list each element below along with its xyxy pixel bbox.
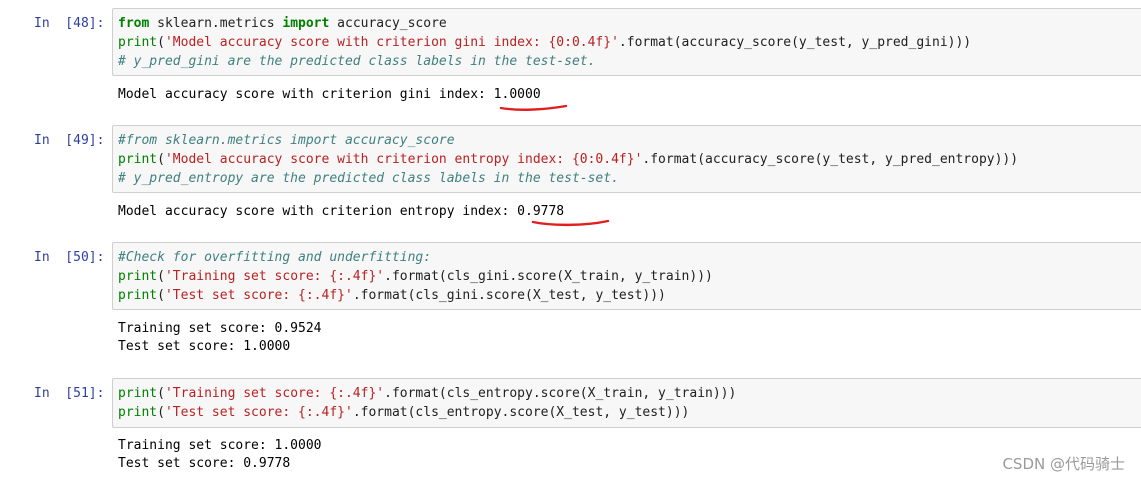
- output-line: Model accuracy score with criterion gini…: [118, 87, 541, 102]
- code-token: .format(cls_gini.score(X_train, y_train)…: [384, 269, 713, 284]
- code-token: import: [282, 16, 330, 31]
- code-token: print: [118, 288, 158, 303]
- code-line: print('Model accuracy score with criteri…: [118, 150, 1018, 169]
- code-line: print('Test set score: {:.4f}'.format(cl…: [118, 286, 713, 305]
- code-token: #from sklearn.metrics import accuracy_sc…: [118, 133, 455, 148]
- handwritten-underline-2: [531, 219, 610, 227]
- code-token: (: [157, 405, 165, 420]
- input-prompt: In [48]:: [34, 16, 105, 31]
- code-line: # y_pred_entropy are the predicted class…: [118, 169, 1018, 188]
- code-token: 'Test set score: {:.4f}': [164, 288, 353, 303]
- code-token: (: [157, 386, 165, 401]
- code-token: .format(accuracy_score(y_test, y_pred_gi…: [618, 35, 972, 50]
- code-token: 'Test set score: {:.4f}': [164, 405, 353, 420]
- code-block: #Check for overfitting and underfitting:…: [118, 248, 713, 305]
- code-line: from sklearn.metrics import accuracy_sco…: [118, 14, 971, 33]
- code-token: (: [157, 35, 165, 50]
- code-line: # y_pred_gini are the predicted class la…: [118, 52, 971, 71]
- code-token: 'Training set score: {:.4f}': [164, 269, 385, 284]
- code-input-area[interactable]: #from sklearn.metrics import accuracy_sc…: [112, 125, 1141, 193]
- handwritten-underline-1: [499, 104, 568, 111]
- watermark-text: CSDN @代码骑士: [1002, 455, 1125, 473]
- code-token: #Check for overfitting and underfitting:: [118, 250, 432, 265]
- code-token: accuracy_score: [329, 16, 447, 31]
- code-token: print: [118, 269, 158, 284]
- code-token: print: [118, 386, 158, 401]
- output-line: Test set score: 1.0000: [118, 339, 291, 354]
- code-token: sklearn.metrics: [149, 16, 283, 31]
- output-area: Model accuracy score with criterion entr…: [118, 203, 564, 221]
- code-token: from: [118, 16, 150, 31]
- code-line: print('Training set score: {:.4f}'.forma…: [118, 267, 713, 286]
- code-line: #Check for overfitting and underfitting:: [118, 248, 713, 267]
- code-token: print: [118, 405, 158, 420]
- code-input-area[interactable]: #Check for overfitting and underfitting:…: [112, 242, 1141, 310]
- output-area: Model accuracy score with criterion gini…: [118, 86, 541, 104]
- code-line: #from sklearn.metrics import accuracy_sc…: [118, 131, 1018, 150]
- code-token: 'Model accuracy score with criterion gin…: [164, 35, 619, 50]
- code-block: from sklearn.metrics import accuracy_sco…: [118, 14, 971, 71]
- code-token: .format(cls_entropy.score(X_train, y_tra…: [384, 386, 737, 401]
- code-token: 'Training set score: {:.4f}': [164, 386, 385, 401]
- output-line: Model accuracy score with criterion entr…: [118, 204, 565, 219]
- input-prompt: In [49]:: [34, 133, 105, 148]
- code-block: #from sklearn.metrics import accuracy_sc…: [118, 131, 1018, 188]
- output-area: Training set score: 0.9524 Test set score…: [118, 320, 322, 356]
- input-prompt: In [50]:: [34, 250, 105, 265]
- input-prompt: In [51]:: [34, 386, 105, 401]
- output-line: Training set score: 1.0000: [118, 438, 322, 453]
- output-area: Training set score: 1.0000 Test set score…: [118, 437, 322, 473]
- code-token: print: [118, 35, 158, 50]
- output-line: Training set score: 0.9524: [118, 321, 322, 336]
- code-token: .format(cls_gini.score(X_test, y_test))): [352, 288, 666, 303]
- code-line: print('Test set score: {:.4f}'.format(cl…: [118, 403, 736, 422]
- output-line: Test set score: 0.9778: [118, 456, 291, 471]
- code-token: # y_pred_gini are the predicted class la…: [118, 54, 596, 69]
- code-token: (: [157, 269, 165, 284]
- code-token: (: [157, 152, 165, 167]
- code-token: 'Model accuracy score with criterion ent…: [164, 152, 643, 167]
- code-block: print('Training set score: {:.4f}'.forma…: [118, 384, 736, 422]
- code-token: # y_pred_entropy are the predicted class…: [118, 171, 619, 186]
- code-input-area[interactable]: from sklearn.metrics import accuracy_sco…: [112, 8, 1141, 76]
- code-token: print: [118, 152, 158, 167]
- code-input-area[interactable]: print('Training set score: {:.4f}'.forma…: [112, 378, 1141, 428]
- code-token: (: [157, 288, 165, 303]
- code-line: print('Model accuracy score with criteri…: [118, 33, 971, 52]
- code-line: print('Training set score: {:.4f}'.forma…: [118, 384, 736, 403]
- code-token: .format(accuracy_score(y_test, y_pred_en…: [642, 152, 1019, 167]
- code-token: .format(cls_entropy.score(X_test, y_test…: [352, 405, 690, 420]
